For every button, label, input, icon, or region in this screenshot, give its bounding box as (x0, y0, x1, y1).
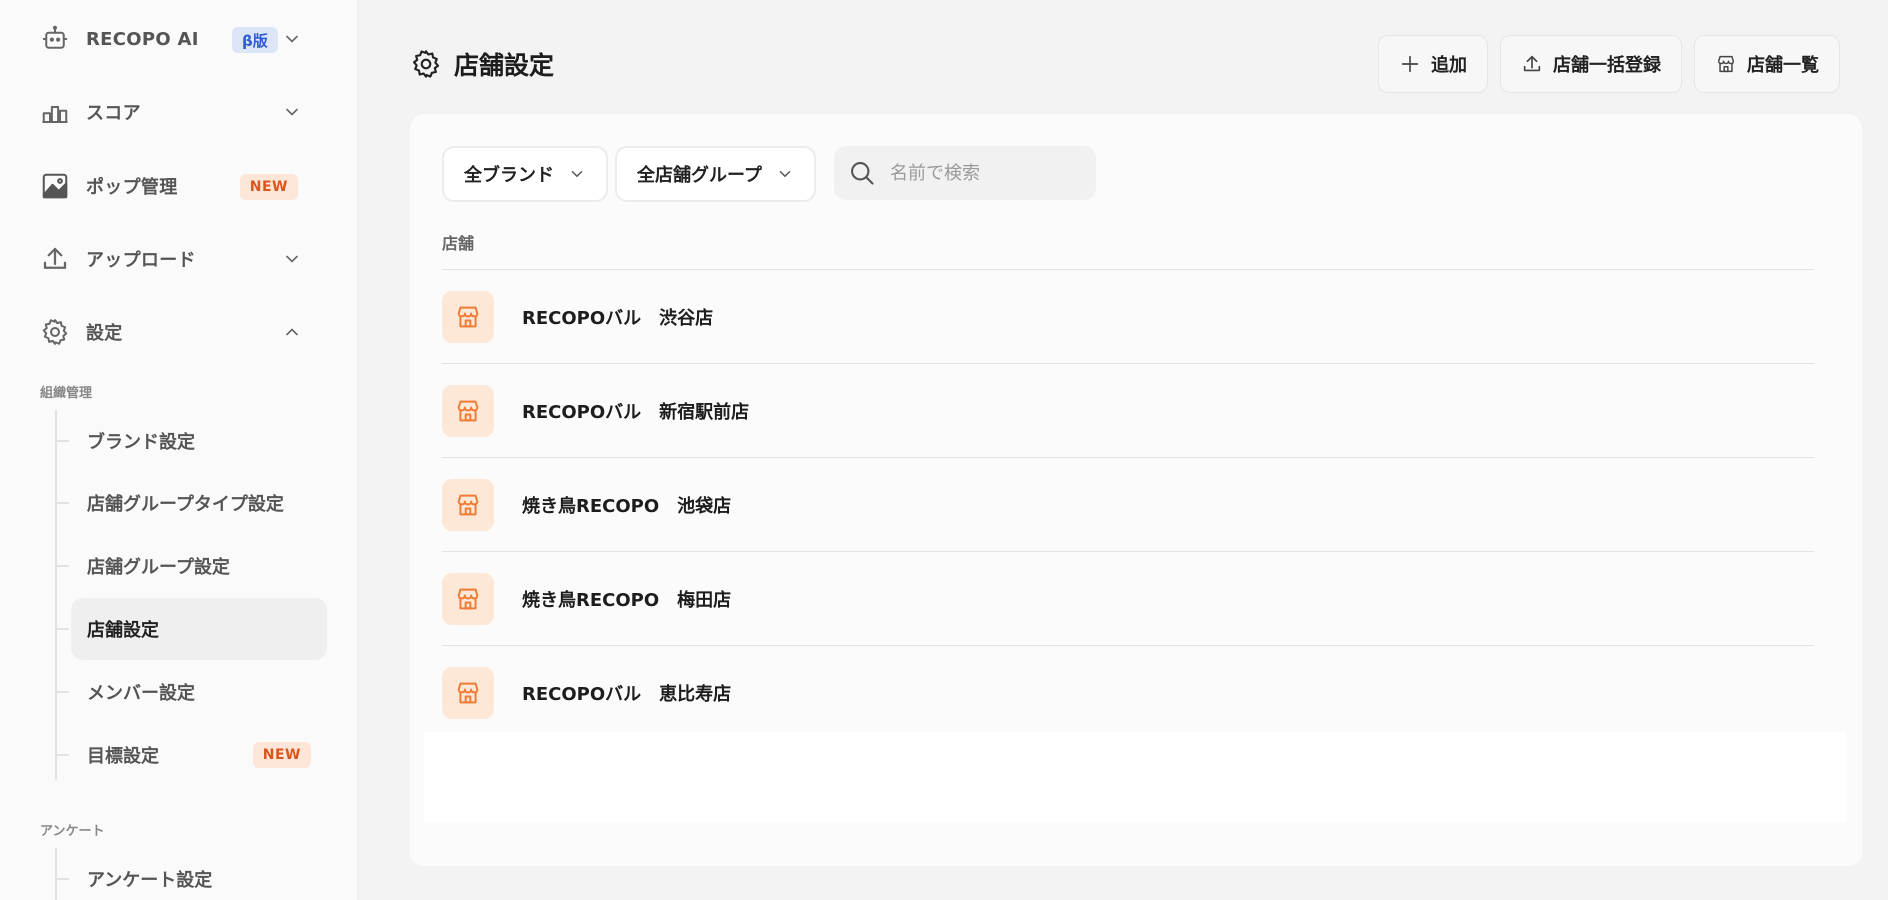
chevron-down-icon[interactable] (282, 29, 302, 49)
column-header-store: 店舗 (442, 234, 475, 253)
tree-tick (57, 754, 69, 756)
chevron-down-icon[interactable] (282, 102, 302, 122)
search-icon (851, 162, 874, 185)
add-button-label: 追加 (1431, 55, 1467, 76)
bar-chart-icon (38, 95, 72, 129)
tree-tick (57, 628, 69, 630)
sidebar-item-recopo-ai[interactable]: RECOPO AI β版 (38, 17, 312, 61)
new-badge: NEW (252, 742, 311, 768)
sidebar-item-upload[interactable]: アップロード (38, 237, 312, 281)
sidebar-item-label: 店舗設定 (87, 620, 159, 641)
store-list-card: 全ブランド 全店舗グループ 店舗 RECOPOバル 渋谷店 RECOPOバル 新宿… (410, 114, 1862, 866)
store-icon (1717, 55, 1735, 73)
gear-icon (412, 50, 440, 78)
store-name: RECOPOバル 新宿駅前店 (522, 401, 750, 423)
store-icon (442, 384, 494, 437)
search-box (834, 146, 1096, 200)
page-header: 店舗設定 (410, 46, 554, 82)
sidebar-item-score[interactable]: スコア (38, 90, 312, 134)
sidebar-item-label: アップロード (86, 250, 196, 271)
sidebar-item-label: スコア (86, 103, 141, 124)
store-name: RECOPOバル 渋谷店 (522, 307, 714, 329)
table-row[interactable]: RECOPOバル 新宿駅前店 (442, 364, 1814, 458)
store-name: RECOPOバル 恵比寿店 (522, 684, 732, 705)
add-button[interactable]: 追加 (1378, 35, 1488, 93)
sidebar-item-label: アンケート設定 (87, 870, 213, 891)
sidebar-item-label: 設定 (86, 323, 123, 344)
table-row[interactable]: 焼き鳥RECOPO 池袋店 (442, 458, 1814, 552)
tree-tick (57, 440, 69, 442)
brand-filter-select[interactable]: 全ブランド (442, 146, 608, 202)
store-icon (442, 290, 494, 343)
store-icon (442, 478, 494, 531)
empty-area (424, 732, 1846, 822)
gear-icon (38, 315, 72, 349)
table-row[interactable]: RECOPOバル 渋谷店 (442, 270, 1814, 364)
store-name: 焼き鳥RECOPO 池袋店 (522, 495, 732, 517)
sidebar-item-pop-management[interactable]: ポップ管理 NEW (38, 164, 312, 208)
chevron-down-icon (779, 171, 791, 178)
table-row[interactable]: RECOPOバル 恵比寿店 (442, 646, 1814, 740)
table-row[interactable]: 焼き鳥RECOPO 梅田店 (442, 552, 1814, 646)
tree-tick (57, 502, 69, 504)
tree-tick (57, 691, 69, 693)
chevron-down-icon[interactable] (282, 249, 302, 269)
sidebar-item-store-group-type-settings[interactable]: 店舗グループタイプ設定 (57, 472, 327, 534)
section-title-survey: アンケート (40, 824, 105, 839)
tree-line (55, 410, 57, 780)
sidebar-item-settings[interactable]: 設定 (38, 310, 312, 354)
tree-tick (57, 565, 69, 567)
store-list-button-label: 店舗一覧 (1747, 55, 1819, 76)
store-icon (442, 572, 494, 625)
sidebar-item-label: RECOPO AI (86, 28, 199, 50)
sidebar-item-member-settings[interactable]: メンバー設定 (57, 661, 327, 723)
tree-line (55, 848, 57, 900)
bulk-register-button[interactable]: 店舗一括登録 (1500, 35, 1682, 93)
upload-icon (38, 242, 72, 276)
bulk-register-button-label: 店舗一括登録 (1553, 55, 1661, 76)
plus-icon (1401, 55, 1419, 73)
brand-filter-label: 全ブランド (464, 165, 554, 186)
new-badge: NEW (239, 174, 298, 200)
store-icon (442, 667, 494, 719)
sidebar-item-label: ポップ管理 (86, 177, 178, 198)
store-list-button[interactable]: 店舗一覧 (1694, 35, 1840, 93)
sidebar-item-label: 目標設定 (87, 746, 159, 767)
tree-tick (57, 878, 69, 880)
sidebar-item-label: 店舗グループ設定 (87, 557, 230, 578)
sidebar-item-target-settings[interactable]: 目標設定 NEW (57, 724, 327, 786)
sidebar-item-store-group-settings[interactable]: 店舗グループ設定 (57, 535, 327, 597)
chevron-down-icon (571, 171, 583, 178)
chevron-up-icon[interactable] (282, 322, 302, 342)
sidebar-item-label: ブランド設定 (87, 432, 195, 453)
sidebar-item-label: 店舗グループタイプ設定 (87, 494, 284, 515)
robot-icon (38, 22, 72, 56)
sidebar-item-brand-settings[interactable]: ブランド設定 (57, 410, 327, 472)
upload-icon (1523, 55, 1541, 72)
beta-badge: β版 (232, 27, 278, 53)
search-input[interactable] (890, 162, 1070, 184)
section-title-organization: 組織管理 (40, 386, 93, 401)
page-title: 店舗設定 (454, 51, 555, 80)
sidebar-item-label: メンバー設定 (87, 683, 195, 704)
store-group-filter-label: 全店舗グループ (637, 165, 762, 186)
store-name: 焼き鳥RECOPO 梅田店 (522, 589, 732, 611)
store-group-filter-select[interactable]: 全店舗グループ (615, 146, 816, 202)
sidebar-item-store-settings[interactable]: 店舗設定 (57, 598, 327, 660)
image-icon (38, 169, 72, 203)
sidebar-item-survey-settings[interactable]: アンケート設定 (57, 848, 327, 900)
sidebar: RECOPO AI β版 スコア ポップ管理 NEW アップロード 設定 組織管… (0, 0, 358, 900)
